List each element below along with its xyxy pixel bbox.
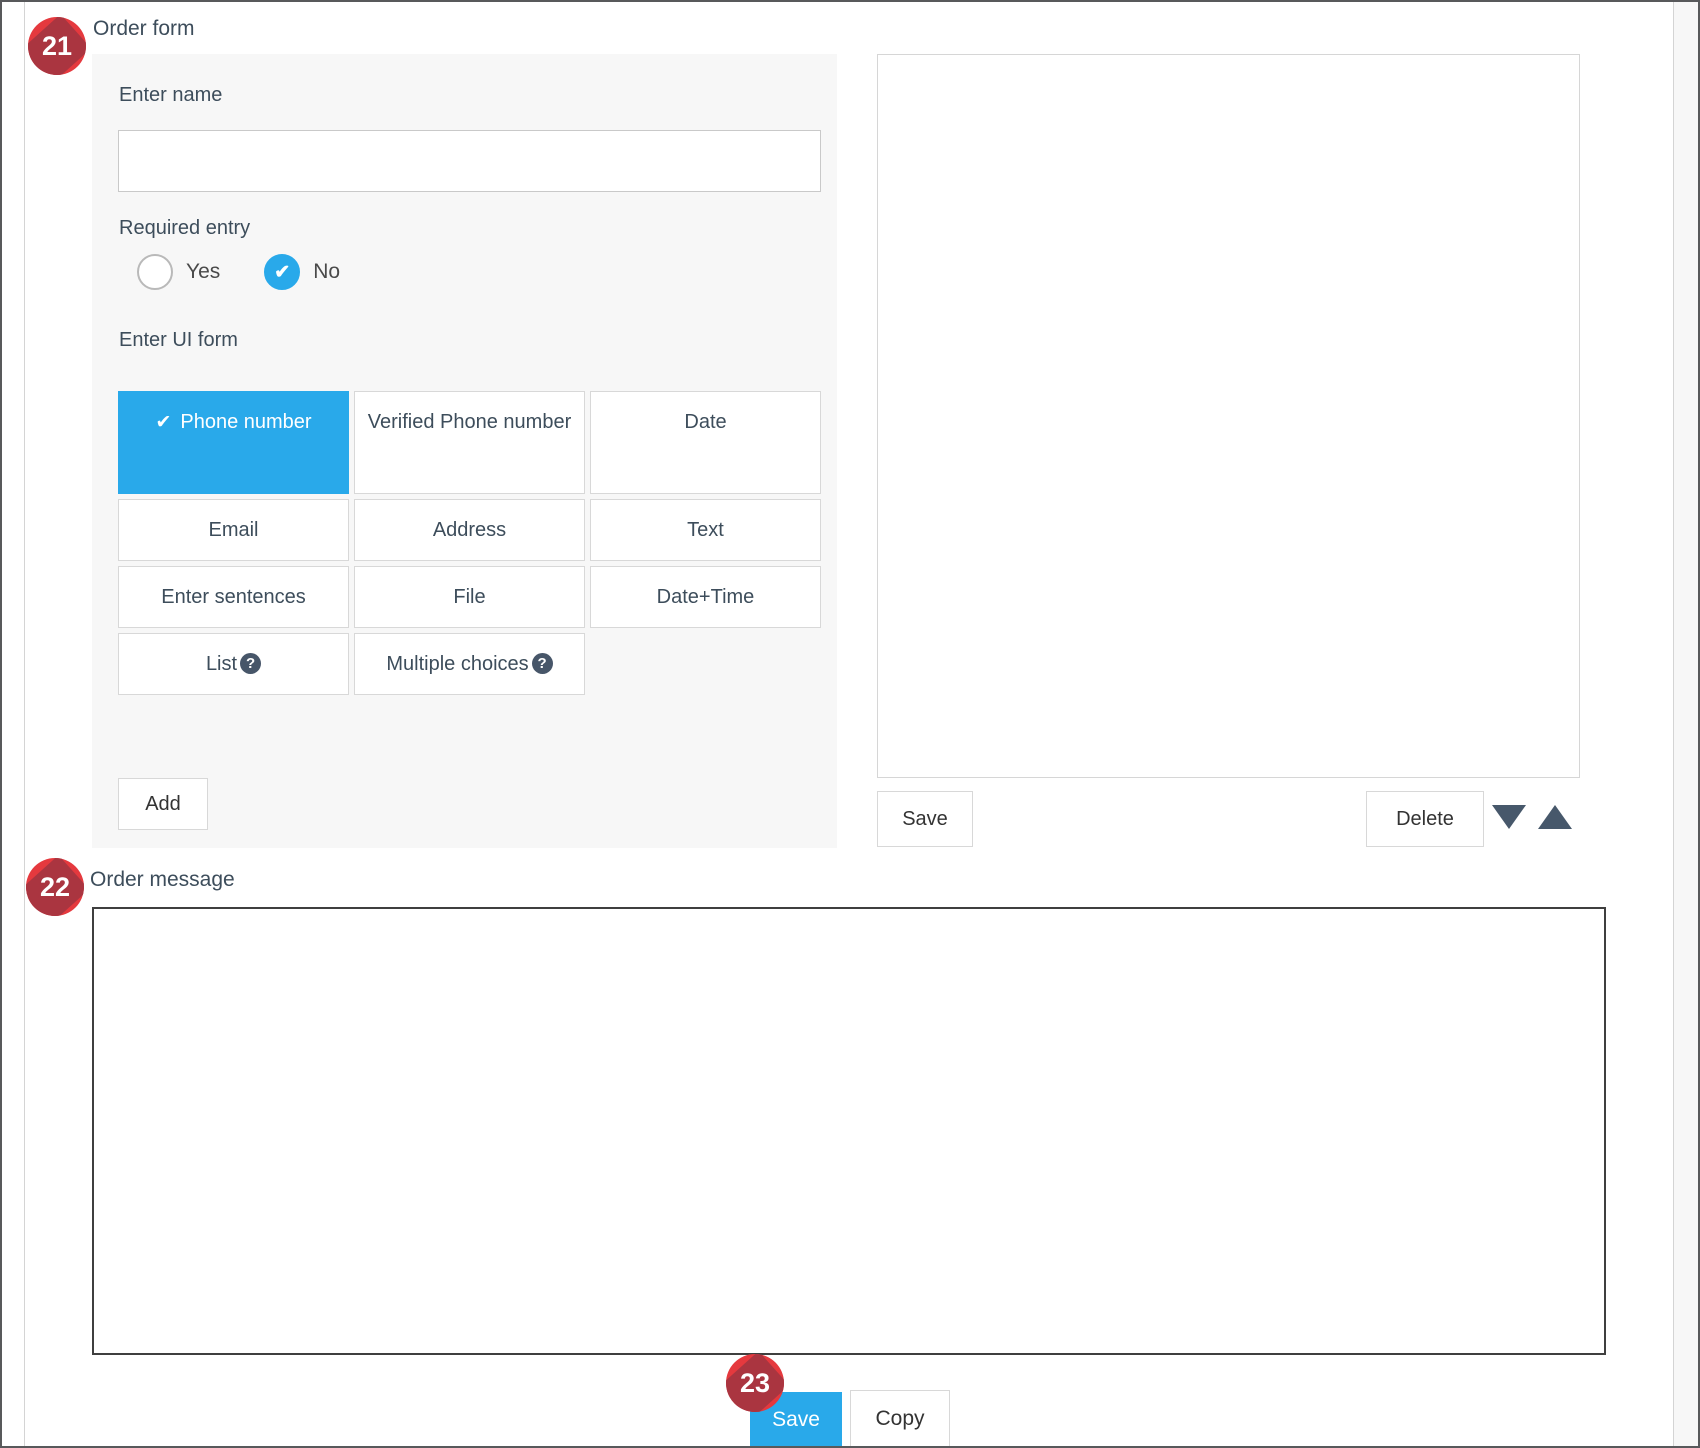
- selected-check-icon: ✔: [155, 408, 171, 437]
- annotation-badge-22: 22: [26, 858, 84, 916]
- enter-ui-form-label: Enter UI form: [119, 329, 238, 352]
- copy-button[interactable]: Copy: [850, 1390, 950, 1448]
- container-right-gutter: [1673, 2, 1700, 1446]
- ui-type-label: Address: [433, 516, 506, 545]
- ui-type-label: List: [206, 650, 237, 679]
- add-button[interactable]: Add: [118, 778, 208, 830]
- radio-yes[interactable]: [137, 254, 173, 290]
- required-entry-radio-group: Yes ✔ No: [137, 254, 340, 290]
- ui-type-label: Date: [684, 408, 726, 437]
- annotation-badge-21: 21: [28, 17, 86, 75]
- radio-no[interactable]: ✔: [264, 254, 300, 290]
- container-left-border: [24, 2, 25, 1446]
- order-form-panel: Enter name Required entry Yes ✔ No Enter…: [92, 54, 837, 848]
- ui-type-text[interactable]: Text: [590, 499, 821, 561]
- move-down-icon[interactable]: [1492, 805, 1526, 829]
- annotation-badge-22-number: 22: [40, 872, 70, 903]
- order-message-title: Order message: [90, 868, 235, 892]
- ui-type-multiple-choices[interactable]: Multiple choices?: [354, 633, 585, 695]
- ui-type-label: Date+Time: [657, 583, 755, 612]
- ui-type-phone-number[interactable]: ✔ Phone number: [118, 391, 349, 494]
- order-form-title: Order form: [93, 17, 195, 41]
- annotation-badge-23-number: 23: [740, 1368, 770, 1399]
- ui-type-label: Text: [687, 516, 724, 545]
- save-item-button[interactable]: Save: [877, 791, 973, 847]
- ui-type-list[interactable]: List?: [118, 633, 349, 695]
- ui-type-date[interactable]: Date: [590, 391, 821, 494]
- enter-name-input[interactable]: [118, 130, 821, 192]
- form-items-list[interactable]: [877, 54, 1580, 778]
- ui-type-email[interactable]: Email: [118, 499, 349, 561]
- ui-type-label: Phone number: [180, 408, 311, 437]
- ui-type-date-time[interactable]: Date+Time: [590, 566, 821, 628]
- help-icon[interactable]: ?: [240, 653, 261, 674]
- annotation-badge-23: 23: [726, 1354, 784, 1412]
- ui-type-label: Email: [208, 516, 258, 545]
- move-up-icon[interactable]: [1538, 805, 1572, 829]
- required-entry-label: Required entry: [119, 217, 250, 240]
- radio-no-label[interactable]: No: [313, 260, 340, 284]
- enter-name-label: Enter name: [119, 84, 222, 107]
- help-icon[interactable]: ?: [532, 653, 553, 674]
- ui-type-address[interactable]: Address: [354, 499, 585, 561]
- ui-form-type-grid: ✔ Phone number Verified Phone number Dat…: [118, 391, 821, 695]
- radio-check-icon: ✔: [274, 261, 290, 284]
- ui-type-file[interactable]: File: [354, 566, 585, 628]
- ui-type-label: File: [453, 583, 485, 612]
- page: 21 Order form Enter name Required entry …: [0, 0, 1700, 1448]
- ui-type-enter-sentences[interactable]: Enter sentences: [118, 566, 349, 628]
- ui-type-label: Multiple choices: [386, 650, 528, 679]
- ui-type-label: Verified Phone number: [368, 408, 571, 437]
- order-message-textarea[interactable]: [92, 907, 1606, 1355]
- delete-item-button[interactable]: Delete: [1366, 791, 1484, 847]
- radio-yes-label[interactable]: Yes: [186, 260, 220, 284]
- annotation-badge-21-number: 21: [42, 31, 72, 62]
- ui-type-label: Enter sentences: [161, 583, 306, 612]
- ui-type-verified-phone-number[interactable]: Verified Phone number: [354, 391, 585, 494]
